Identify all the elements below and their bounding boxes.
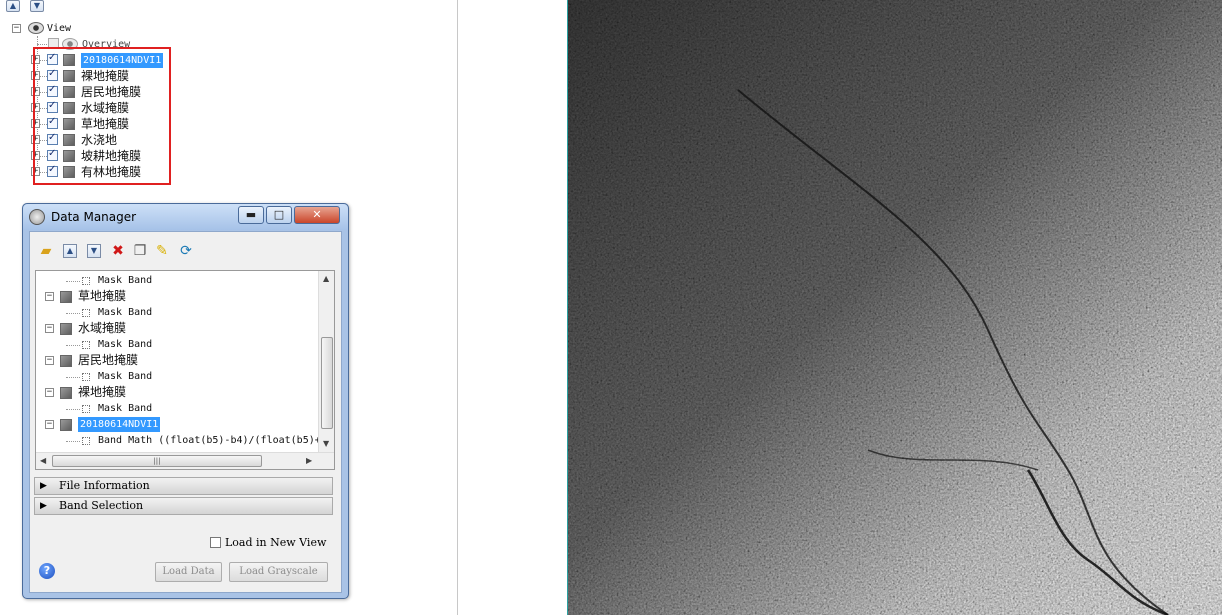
dm-file-label[interactable]: 居民地掩膜: [78, 353, 138, 368]
dm-file-label[interactable]: 20180614NDVI1: [78, 417, 161, 432]
collapse-file-toggle[interactable]: −: [45, 324, 54, 333]
data-manager-body: ▰ ▲ ▼ ✖ ❐ ✎ ⟳ Mask Band − 草地掩膜 Mask Band − 水域…: [29, 231, 342, 593]
highlight-annotation-box: [33, 47, 171, 185]
data-manager-window: Data Manager ▬ □ ✕ ▰ ▲ ▼ ✖ ❐ ✎ ⟳ Mask Ba…: [22, 203, 349, 599]
dm-band-label[interactable]: Mask Band: [98, 273, 152, 288]
load-grayscale-label: Load Grayscale: [239, 566, 318, 577]
vertical-scrollbar[interactable]: ▲ ▼: [318, 271, 334, 453]
collapse-file-toggle[interactable]: −: [45, 292, 54, 301]
scroll-right-icon[interactable]: ▶: [306, 456, 312, 465]
band-icon: [82, 341, 90, 349]
window-title: Data Manager: [51, 210, 137, 224]
dm-file-label[interactable]: 裸地掩膜: [78, 385, 126, 400]
horizontal-scroll-thumb[interactable]: |||: [52, 455, 262, 467]
file-information-section[interactable]: ▶ File Information: [34, 477, 333, 495]
layer-tree-panel: ▲ ▼ − View Overview +20180614NDVI1+裸地掩膜+…: [0, 0, 458, 615]
dm-file-label[interactable]: 草地掩膜: [78, 289, 126, 304]
close-button[interactable]: ✕: [294, 206, 340, 224]
band-icon: [82, 405, 90, 413]
raster-file-icon: [60, 323, 72, 335]
refresh-icon[interactable]: ⟳: [177, 242, 195, 260]
chevron-up-icon: ▲: [9, 1, 17, 10]
file-information-label: File Information: [59, 479, 150, 492]
dm-band-label[interactable]: Mask Band: [98, 305, 152, 320]
dm-band-label[interactable]: Mask Band: [98, 401, 152, 416]
collapse-file-toggle[interactable]: −: [45, 420, 54, 429]
app-globe-icon: [29, 209, 45, 225]
band-icon: [82, 277, 90, 285]
help-icon[interactable]: ?: [39, 563, 55, 579]
band-selection-section[interactable]: ▶ Band Selection: [34, 497, 333, 515]
dm-band-label[interactable]: Mask Band: [98, 369, 152, 384]
band-icon: [82, 437, 90, 445]
move-down-button[interactable]: ▼: [30, 0, 44, 12]
scroll-left-icon[interactable]: ◀: [40, 456, 46, 465]
band-icon: [82, 373, 90, 381]
maximize-button[interactable]: □: [266, 206, 292, 224]
raster-file-icon: [60, 291, 72, 303]
raster-file-icon: [60, 387, 72, 399]
raster-file-icon: [60, 419, 72, 431]
open-folder-icon[interactable]: ▰: [37, 242, 55, 260]
band-icon: [82, 309, 90, 317]
raster-file-icon: [60, 355, 72, 367]
ndvi-raster-image: [568, 0, 1222, 615]
move-up-icon[interactable]: ▲: [61, 242, 79, 260]
collapse-file-toggle[interactable]: −: [45, 356, 54, 365]
load-in-new-view-label: Load in New View: [225, 536, 327, 549]
maximize-icon: □: [273, 208, 285, 221]
copy-icon[interactable]: ❐: [131, 242, 149, 260]
collapse-file-toggle[interactable]: −: [45, 388, 54, 397]
view-root-label: View: [47, 23, 72, 34]
image-viewer[interactable]: [567, 0, 1222, 615]
minimize-icon: ▬: [245, 208, 257, 221]
load-grayscale-button[interactable]: Load Grayscale: [229, 562, 328, 582]
expand-triangle-icon: ▶: [40, 501, 47, 511]
view-eye-icon: [28, 22, 44, 34]
dm-band-label[interactable]: Band Math ((float(b5)-b4)/(float(b5)+: [98, 433, 321, 448]
band-selection-label: Band Selection: [59, 499, 144, 512]
load-in-new-view-checkbox[interactable]: [210, 537, 221, 548]
load-in-new-view-option[interactable]: Load in New View: [210, 536, 326, 549]
load-data-label: Load Data: [162, 566, 215, 577]
vertical-scroll-thumb[interactable]: [321, 337, 333, 429]
minimize-button[interactable]: ▬: [238, 206, 264, 224]
collapse-view-toggle[interactable]: −: [12, 24, 21, 33]
move-up-button[interactable]: ▲: [6, 0, 20, 12]
pin-icon[interactable]: ✎: [153, 242, 171, 260]
close-icon: ✕: [312, 208, 322, 221]
data-manager-tree: Mask Band − 草地掩膜 Mask Band − 水域掩膜 Mask Band − 居民…: [35, 270, 335, 470]
scroll-down-icon[interactable]: ▼: [323, 439, 329, 448]
dm-band-label[interactable]: Mask Band: [98, 337, 152, 352]
horizontal-scrollbar[interactable]: ◀ ||| ▶: [36, 452, 334, 469]
load-data-button[interactable]: Load Data: [155, 562, 222, 582]
close-file-icon[interactable]: ✖: [109, 242, 127, 260]
scroll-grip: |||: [153, 457, 161, 465]
chevron-down-icon: ▼: [33, 1, 41, 10]
help-glyph: ?: [43, 564, 51, 577]
expand-triangle-icon: ▶: [40, 481, 47, 491]
scroll-up-icon[interactable]: ▲: [323, 274, 329, 283]
data-manager-titlebar[interactable]: Data Manager ▬ □ ✕: [23, 204, 348, 230]
dm-file-label[interactable]: 水域掩膜: [78, 321, 126, 336]
move-down-icon[interactable]: ▼: [85, 242, 103, 260]
